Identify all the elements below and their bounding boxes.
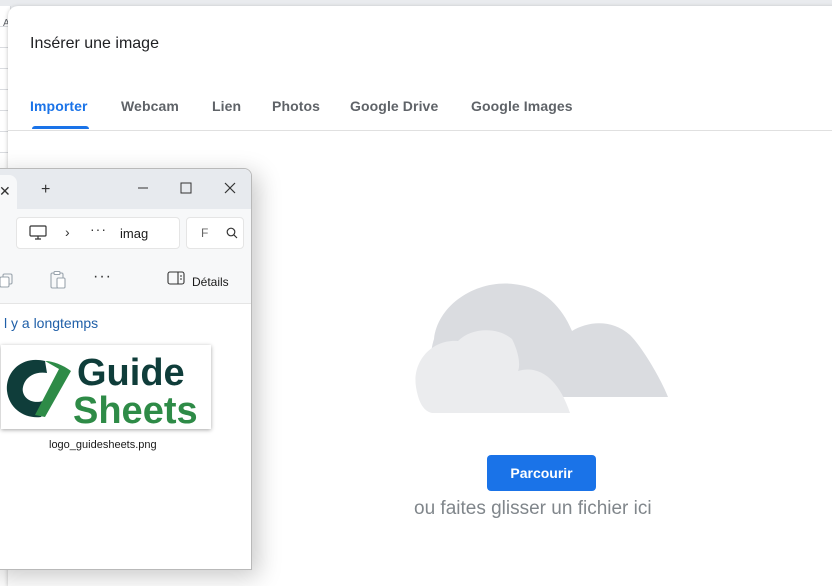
search-placeholder: F [201,226,209,240]
explorer-tab[interactable]: ✕ [0,175,17,209]
logo-text-sheets: Sheets [73,390,198,429]
tab-webcam[interactable]: Webcam [121,98,179,114]
close-window-icon[interactable] [217,177,243,199]
browse-button[interactable]: Parcourir [487,455,596,491]
tab-importer[interactable]: Importer [30,98,88,114]
details-button[interactable]: Détails [192,275,229,289]
details-pane-icon[interactable] [167,271,185,285]
path-overflow-button[interactable]: ··· [90,221,107,237]
dialog-title: Insérer une image [30,35,159,52]
new-tab-button[interactable]: + [41,181,50,199]
tab-google-images[interactable]: Google Images [471,98,573,114]
file-thumbnail[interactable]: Guide Sheets [1,345,211,429]
tab-bar: Importer Webcam Lien Photos Google Drive… [8,94,832,131]
tab-google-drive[interactable]: Google Drive [350,98,438,114]
paste-icon[interactable] [50,271,66,289]
minimize-icon[interactable] [130,177,156,199]
chevron-right-icon[interactable]: › [65,224,70,240]
current-folder[interactable]: imag [120,226,148,241]
file-explorer-window[interactable]: ✕ + › ··· imag F ··· Détails l y a longt… [0,168,252,570]
group-header[interactable]: l y a longtemps [4,315,98,331]
search-input[interactable]: F [186,217,244,249]
file-list: l y a longtemps Guide Sheets logo_guides… [0,304,251,569]
tab-photos[interactable]: Photos [272,98,320,114]
computer-icon[interactable] [29,225,47,241]
explorer-titlebar[interactable]: ✕ + [0,169,251,209]
drop-hint-text: ou faites glisser un fichier ici [414,498,652,519]
logo-text-guide: Guide [77,352,185,394]
tab-lien[interactable]: Lien [212,98,241,114]
guidesheets-logo: Guide Sheets [6,352,198,429]
address-bar-area: › ··· imag F [0,209,251,257]
close-tab-icon[interactable]: ✕ [0,183,11,200]
address-bar[interactable]: › ··· imag [16,217,180,249]
file-name[interactable]: logo_guidesheets.png [49,439,157,451]
explorer-toolbar: ··· Détails [0,257,251,304]
more-options-button[interactable]: ··· [93,268,112,286]
copy-icon[interactable] [0,273,15,289]
active-tab-indicator [32,126,89,129]
search-icon[interactable] [226,227,238,239]
cloud-upload-icon [415,283,668,413]
maximize-icon[interactable] [173,177,199,199]
